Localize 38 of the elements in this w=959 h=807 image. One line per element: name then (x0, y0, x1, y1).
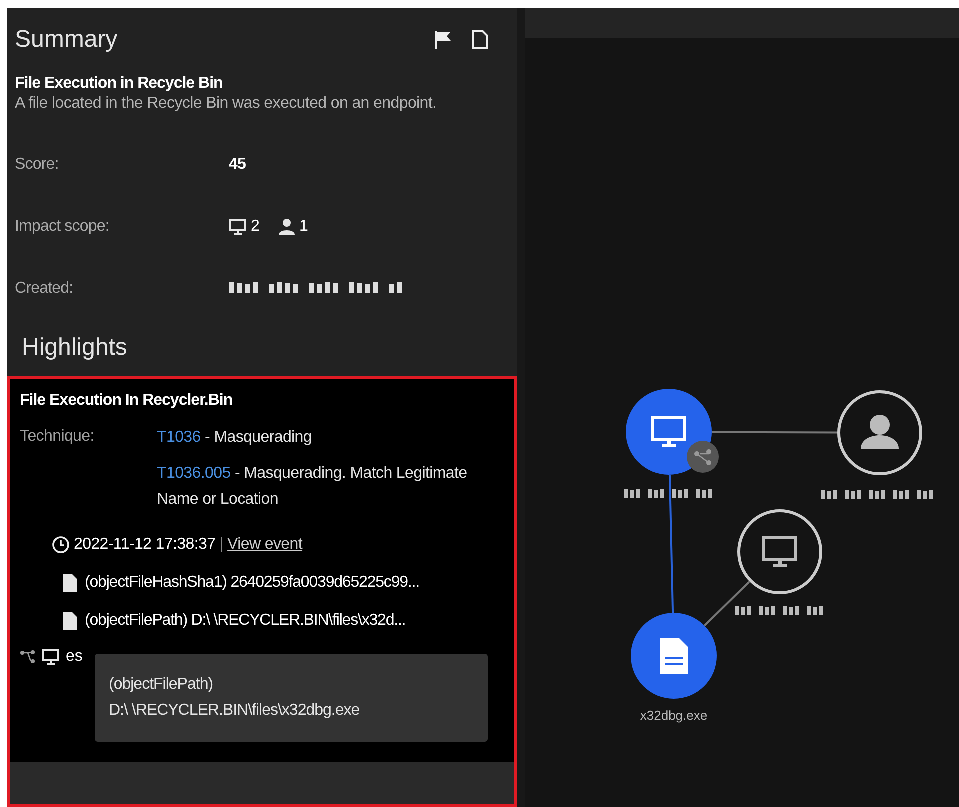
node-label: x32dbg.exe (640, 708, 708, 723)
alert-description: A file located in the Recycle Bin was executed on an endpoint. (15, 94, 438, 114)
technique-link[interactable]: T1036.005 (157, 465, 231, 482)
view-event-link[interactable]: View event (228, 533, 303, 557)
object-text: (objectFileHashSha1) 2640259fa0039d65225c99... (85, 573, 420, 593)
field-value: 45 (229, 155, 246, 175)
clock-icon (52, 536, 70, 554)
user-node[interactable] (838, 390, 922, 476)
monitor-icon (42, 648, 60, 666)
alert-name: File Execution in Recycle Bin (15, 74, 224, 94)
tooltip-text: D:\ \RECYCLER.BIN\files\x32dbg.exe (109, 701, 361, 721)
document-icon[interactable] (472, 30, 489, 50)
tooltip-text: (objectFilePath) (109, 675, 214, 695)
person-icon (278, 218, 296, 236)
technique-link[interactable]: T1036 (157, 429, 201, 446)
section-title: Highlights (21, 333, 128, 363)
technique-text: T1036.005 - Masquerading. Match Legitimate Name or Location (157, 464, 468, 510)
file-icon (63, 574, 77, 592)
event-time: 2022-11-12 17:38:37 (74, 535, 216, 555)
file-icon (63, 612, 77, 630)
separator-text: | (220, 535, 224, 555)
field-label: Technique: (20, 427, 96, 447)
monitor-icon (229, 218, 247, 236)
technique-text: T1036 - Masquerading (157, 428, 313, 448)
field-label: Score: (15, 155, 60, 175)
host-name: es (66, 647, 83, 667)
panel-title: Summary (15, 25, 118, 55)
object-text: (objectFilePath) D:\ \RECYCLER.BIN\files\x32d... (85, 611, 406, 631)
share-badge-icon (687, 441, 719, 473)
share-icon (20, 650, 36, 664)
endpoint-node[interactable] (738, 510, 822, 594)
account-count: 1 (300, 217, 308, 237)
field-label: Created: (15, 279, 74, 299)
file-node[interactable] (631, 613, 717, 699)
field-label: Impact scope: (15, 217, 110, 237)
flag-icon[interactable] (434, 30, 452, 50)
endpoint-count: 2 (251, 217, 260, 237)
highlight-title: File Execution In Recycler.Bin (20, 391, 234, 411)
